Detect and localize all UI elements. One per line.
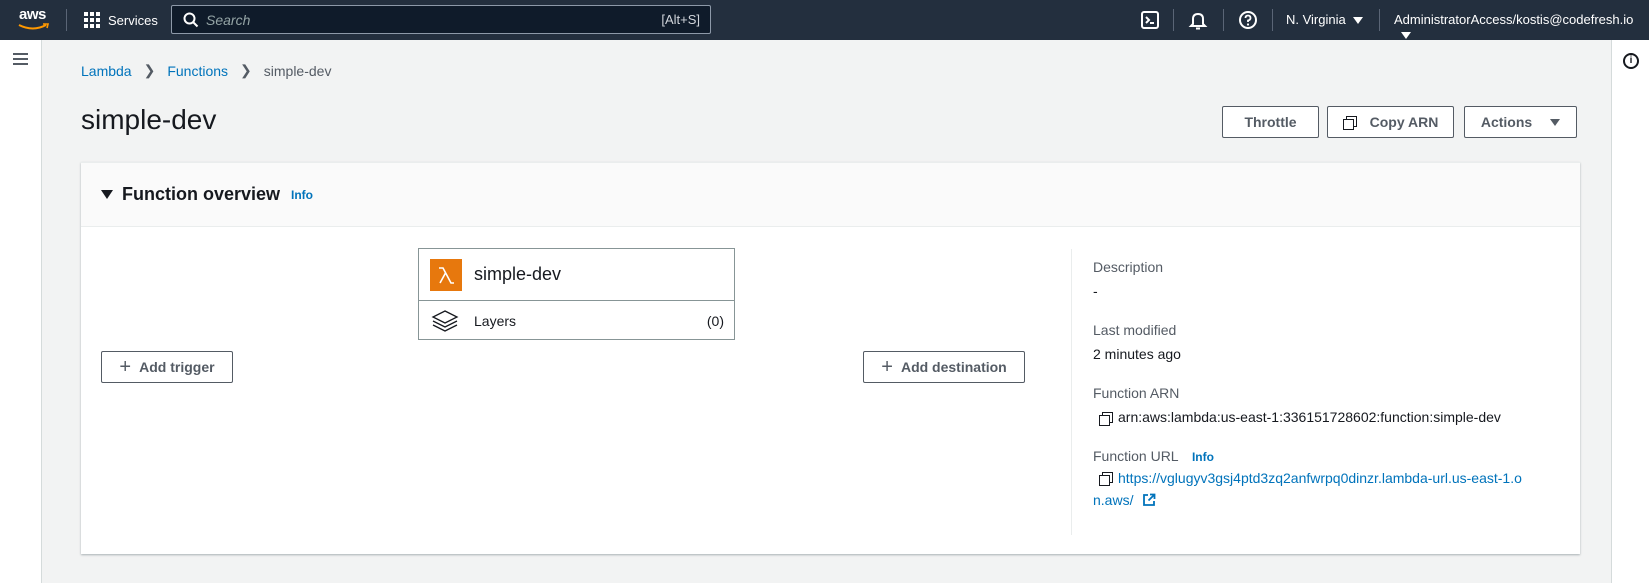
breadcrumb-lambda[interactable]: Lambda [81, 63, 132, 79]
copy-icon[interactable] [1099, 472, 1113, 487]
notifications-icon[interactable] [1188, 10, 1208, 30]
function-overview-panel: Function overview Info simple-dev Layers… [81, 162, 1580, 554]
separator [1223, 9, 1224, 31]
function-url-value: https://vglugyv3gsj4ptd3zq2anfwrpq0dinzr… [1093, 467, 1543, 511]
function-arn-row: arn:aws:lambda:us-east-1:336151728602:fu… [1099, 409, 1501, 426]
last-modified-section: Last modified 2 minutes ago [1093, 322, 1181, 362]
aws-logo[interactable]: aws [18, 6, 52, 34]
function-node[interactable]: simple-dev [419, 249, 734, 301]
copy-arn-label: Copy ARN [1369, 114, 1439, 130]
layers-count: (0) [706, 313, 724, 329]
layers-icon [431, 310, 459, 332]
last-modified-label: Last modified [1093, 322, 1177, 338]
copy-arn-button[interactable]: Copy ARN [1327, 106, 1454, 138]
lambda-icon [430, 259, 462, 291]
throttle-button[interactable]: Throttle [1222, 106, 1319, 138]
function-arn-value: arn:aws:lambda:us-east-1:336151728602:fu… [1118, 409, 1501, 425]
separator [1173, 9, 1174, 31]
account-menu[interactable]: AdministratorAccess/kostis@codefresh.io [1394, 12, 1649, 42]
actions-label: Actions [1480, 114, 1533, 130]
add-trigger-button[interactable]: + Add trigger [101, 351, 233, 383]
throttle-label: Throttle [1244, 114, 1297, 130]
separator [1272, 9, 1273, 31]
layers-label: Layers [474, 313, 517, 329]
external-link-icon[interactable] [1142, 493, 1156, 507]
function-url-label: Function URL [1093, 448, 1179, 464]
add-destination-label: Add destination [900, 359, 1007, 375]
aws-smile-icon [18, 23, 50, 30]
overview-info-link[interactable]: Info [291, 188, 313, 202]
cloudshell-icon[interactable] [1140, 10, 1160, 30]
description-label: Description [1093, 259, 1164, 275]
info-icon[interactable]: i [1623, 53, 1639, 69]
region-selector[interactable]: N. Virginia [1286, 12, 1363, 27]
description-section: Description - [1093, 259, 1163, 299]
search-placeholder: Search [206, 12, 251, 28]
search-shortcut: [Alt+S] [661, 12, 700, 27]
function-url-link-line1[interactable]: https://vglugyv3gsj4ptd3zq2anfwrpq0dinzr… [1118, 470, 1522, 486]
chevron-down-icon [1352, 17, 1363, 25]
caret-down-icon[interactable] [101, 190, 113, 199]
function-overview-title: Function overview [122, 184, 281, 204]
add-trigger-label: Add trigger [139, 359, 215, 375]
side-navigation-rail [0, 40, 42, 583]
function-arn-section: Function ARN arn:aws:lambda:us-east-1:33… [1093, 385, 1501, 426]
last-modified-value: 2 minutes ago [1093, 346, 1181, 362]
region-label: N. Virginia [1286, 12, 1346, 27]
grid-icon [84, 12, 100, 28]
aws-logo-text: aws [19, 6, 46, 23]
breadcrumb-current: simple-dev [263, 62, 332, 79]
description-value: - [1093, 283, 1098, 299]
separator [66, 9, 67, 31]
search-input[interactable]: Search [Alt+S] [171, 5, 711, 34]
add-destination-button[interactable]: + Add destination [863, 351, 1025, 383]
function-url-label-row: Function URL Info [1093, 448, 1543, 464]
help-icon[interactable] [1238, 10, 1258, 30]
breadcrumb: Lambda ❯ Functions ❯ simple-dev [81, 62, 331, 79]
account-label: AdministratorAccess/kostis@codefresh.io [1394, 12, 1634, 27]
function-overview-header[interactable]: Function overview Info [81, 163, 1580, 227]
help-panel-rail: i [1611, 40, 1649, 583]
top-navigation-bar: aws Services Search [Alt+S] N. Virginia [0, 0, 1649, 40]
function-url-link-line2[interactable]: n.aws/ [1093, 492, 1133, 508]
divider [1071, 249, 1072, 535]
services-menu-button[interactable]: Services [84, 0, 158, 40]
function-url-section: Function URL Info https://vglugyv3gsj4pt… [1093, 448, 1543, 511]
services-label: Services [108, 12, 158, 28]
plus-icon: + [881, 356, 893, 378]
copy-icon[interactable] [1099, 411, 1113, 426]
copy-icon [1342, 115, 1357, 130]
layers-node[interactable]: Layers (0) [419, 301, 734, 340]
chevron-down-icon [1550, 118, 1561, 126]
function-url-info-link[interactable]: Info [1192, 450, 1214, 464]
function-arn-label: Function ARN [1093, 385, 1180, 401]
chevron-right-icon: ❯ [143, 62, 156, 78]
separator [1379, 9, 1380, 31]
plus-icon: + [119, 356, 132, 378]
chevron-right-icon: ❯ [240, 62, 252, 78]
search-icon [183, 12, 199, 28]
function-diagram: simple-dev Layers (0) [418, 248, 735, 340]
menu-icon[interactable] [13, 53, 28, 65]
actions-dropdown-button[interactable]: Actions [1464, 106, 1577, 138]
breadcrumb-functions[interactable]: Functions [167, 63, 228, 79]
chevron-down-icon [1401, 32, 1411, 40]
page-title: simple-dev [81, 104, 217, 135]
function-name: simple-dev [474, 264, 562, 284]
